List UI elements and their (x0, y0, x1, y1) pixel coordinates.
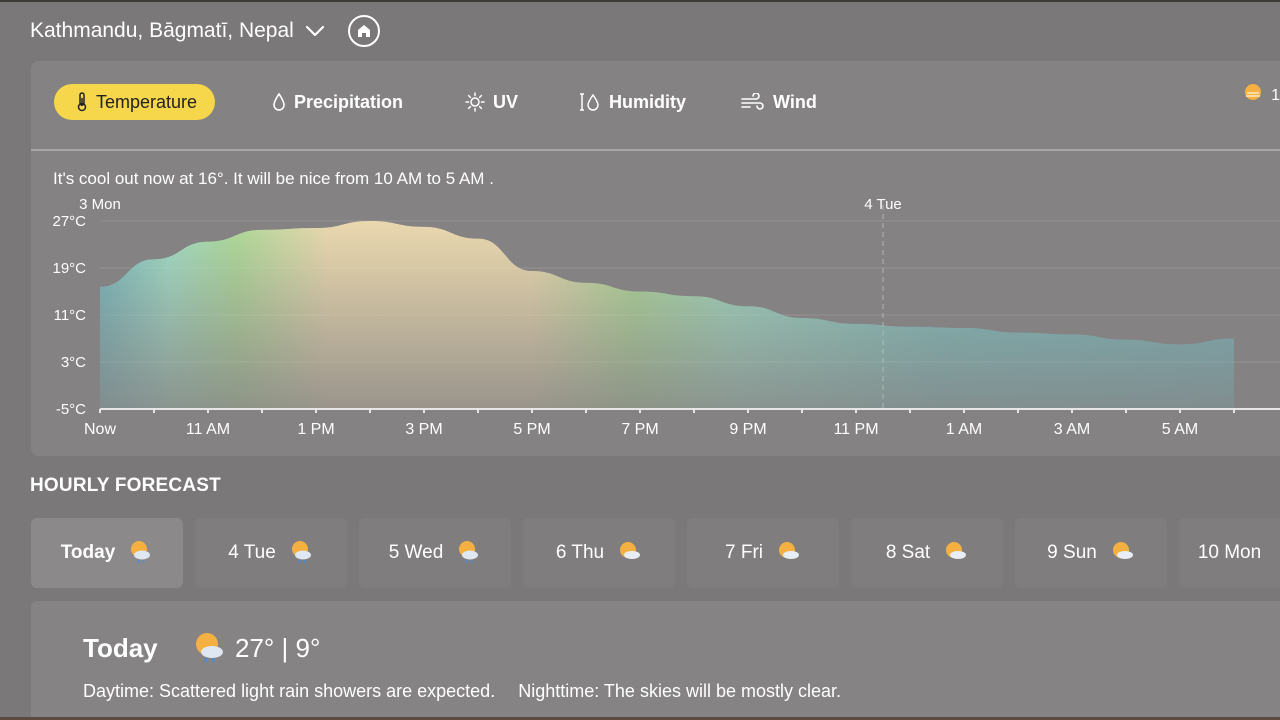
tab-label: UV (493, 91, 519, 112)
droplet-icon (272, 92, 286, 112)
home-button[interactable] (347, 15, 380, 47)
sun-cloud-icon (1241, 81, 1265, 110)
day-tab-10-mon[interactable]: 10 Mon (1179, 518, 1280, 588)
nighttime-text: Nighttime: The skies will be mostly clea… (518, 681, 841, 701)
x-tick-label: 9 PM (729, 421, 766, 438)
day-label: 4 Tue (228, 542, 276, 563)
location-header: Kathmandu, Bāgmatī, Nepal (30, 12, 380, 50)
y-tick-label: 11°C (54, 307, 87, 324)
location-title[interactable]: Kathmandu, Bāgmatī, Nepal (30, 19, 294, 43)
day-label: 7 Fri (725, 542, 763, 563)
day-label: Today (60, 542, 116, 563)
temperature-chart: 27°C 19°C 11°C 3°C -5°C 3 Mon 4 Tue Now 11 AM 1 P… (31, 191, 1280, 456)
x-tick-label: 3 AM (1054, 421, 1090, 438)
partly-cloudy-icon (616, 538, 642, 569)
tab-precipitation[interactable]: Precipitation (272, 84, 403, 120)
temperature-chart-svg[interactable]: 27°C 19°C 11°C 3°C -5°C 3 Mon 4 Tue Now 11 AM 1 P… (31, 191, 1280, 456)
x-tick-label: 11 PM (833, 421, 878, 438)
metric-tabs: Temperature Precipitation UV Humidity Wi… (31, 61, 1280, 149)
tab-label: Humidity (609, 91, 687, 112)
day-tab-today[interactable]: Today (31, 518, 183, 588)
home-icon (357, 25, 370, 37)
chevron-down-icon[interactable] (304, 20, 326, 42)
y-tick-label: 19°C (52, 260, 86, 277)
rain-showers-icon (191, 629, 227, 670)
x-tick-label: Now (84, 421, 116, 438)
tabs-divider (31, 149, 1280, 151)
x-tick-label: 1 PM (297, 421, 334, 438)
day-label: 6 Thu (555, 542, 605, 563)
x-tick-label: 5 PM (513, 421, 550, 438)
rain-showers-icon (127, 538, 153, 569)
y-tick-label: -5°C (56, 401, 86, 418)
day-tab-9-sun[interactable]: 9 Sun (1015, 518, 1167, 588)
hourly-forecast-title: HOURLY FORECAST (30, 475, 221, 496)
corner-label: 1 (1271, 86, 1280, 104)
x-tick-label: 1 AM (946, 421, 982, 438)
rain-showers-icon (455, 538, 481, 569)
humidity-icon (579, 92, 601, 112)
day-detail-panel: Today 27° | 9° Daytime: Scattered light … (31, 601, 1280, 717)
partly-cloudy-icon (1109, 538, 1135, 569)
day-tab-8-sat[interactable]: 8 Sat (851, 518, 1003, 588)
detail-description: Daytime: Scattered light rain showers ar… (83, 681, 841, 702)
day-strip: Today 4 Tue 5 Wed 6 Thu 7 Fri 8 Sat 9 Su… (31, 518, 1280, 588)
tab-uv[interactable]: UV (465, 84, 518, 120)
partly-cloudy-icon (775, 538, 801, 569)
top-border (0, 0, 1280, 2)
tab-label: Precipitation (294, 91, 404, 112)
wind-icon (741, 93, 765, 111)
y-tick-label: 27°C (52, 213, 86, 230)
detail-temps: 27° | 9° (235, 633, 321, 663)
day-label: 5 Wed (388, 542, 444, 563)
partly-cloudy-icon (942, 538, 968, 569)
x-tick-label: 7 PM (621, 421, 658, 438)
day-marker-label: 3 Mon (79, 196, 121, 213)
x-tick-label: 11 AM (186, 421, 230, 438)
sun-icon (465, 92, 485, 112)
rain-showers-icon (288, 538, 314, 569)
thermometer-icon (76, 92, 88, 112)
day-tab-4-tue[interactable]: 4 Tue (195, 518, 347, 588)
tab-label: Wind (773, 91, 817, 112)
weather-summary: It's cool out now at 16°. It will be nic… (53, 169, 494, 188)
detail-title: Today (83, 633, 158, 663)
day-tab-5-wed[interactable]: 5 Wed (359, 518, 511, 588)
chart-card: Temperature Precipitation UV Humidity Wi… (31, 61, 1280, 456)
day-tab-6-thu[interactable]: 6 Thu (523, 518, 675, 588)
tab-wind[interactable]: Wind (741, 84, 817, 120)
tab-temperature[interactable]: Temperature (54, 84, 216, 120)
y-tick-label: 3°C (61, 354, 86, 371)
day-tab-7-fri[interactable]: 7 Fri (687, 518, 839, 588)
corner-weather: 1 (1241, 81, 1280, 110)
tab-label: Temperature (96, 91, 198, 112)
x-tick-label: 3 PM (405, 421, 442, 438)
daytime-text: Daytime: Scattered light rain showers ar… (83, 681, 496, 701)
x-tick-label: 5 AM (1162, 421, 1198, 438)
day-label: 10 Mon (1197, 542, 1262, 563)
day-label: 9 Sun (1047, 542, 1097, 563)
day-label: 8 Sat (885, 542, 931, 563)
day-marker-label: 4 Tue (864, 196, 902, 213)
tab-humidity[interactable]: Humidity (579, 84, 686, 120)
